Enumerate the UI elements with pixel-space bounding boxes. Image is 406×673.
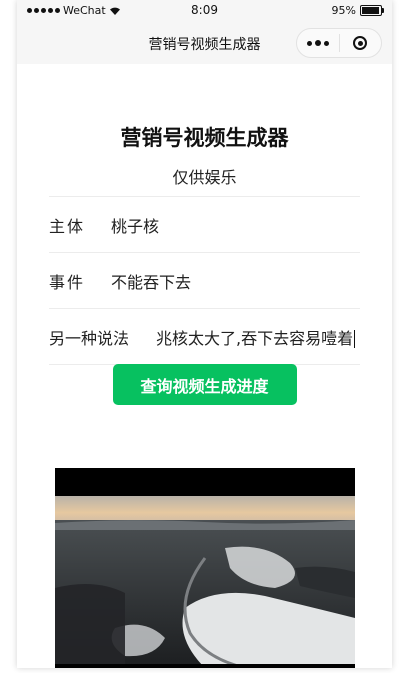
button-wrap: 查询视频生成进度 bbox=[49, 364, 360, 405]
phone-frame: WeChat 8:09 95% 营销号视频生成器 营销号视频生成器 仅供娱乐 主… bbox=[17, 0, 392, 668]
alt-label: 另一种说法 bbox=[49, 328, 130, 348]
battery-info: 95% bbox=[331, 4, 384, 17]
page-title: 营销号视频生成器 bbox=[120, 126, 289, 150]
status-bar: WeChat 8:09 95% bbox=[17, 0, 392, 22]
subject-label: 主体 bbox=[49, 216, 86, 236]
video-frame-image bbox=[55, 468, 355, 668]
alt-row: 另一种说法 兆核太大了,吞下去容易噎着 bbox=[49, 308, 360, 364]
text-cursor bbox=[354, 330, 356, 348]
subject-input[interactable]: 桃子核 bbox=[111, 213, 360, 237]
event-input[interactable]: 不能吞下去 bbox=[111, 269, 360, 293]
alt-input[interactable]: 兆核太大了,吞下去容易噎着 bbox=[156, 325, 360, 349]
event-row: 事件 不能吞下去 bbox=[49, 252, 360, 308]
check-progress-button[interactable]: 查询视频生成进度 bbox=[112, 364, 297, 405]
battery-level bbox=[362, 7, 380, 14]
video-player[interactable] bbox=[55, 468, 355, 668]
target-close-icon[interactable] bbox=[340, 36, 382, 50]
nav-bar: 营销号视频生成器 bbox=[17, 22, 392, 64]
alt-input-text: 兆核太大了,吞下去容易噎着 bbox=[156, 328, 354, 348]
page-subtitle: 仅供娱乐 bbox=[172, 168, 237, 187]
subject-row: 主体 桃子核 bbox=[49, 196, 360, 252]
mini-program-capsule bbox=[296, 28, 382, 58]
page-content: 营销号视频生成器 仅供娱乐 主体 桃子核 事件 不能吞下去 另一种说法 兆核太大… bbox=[17, 122, 392, 405]
event-label: 事件 bbox=[49, 272, 86, 292]
battery-icon bbox=[360, 5, 384, 16]
battery-percent: 95% bbox=[331, 4, 356, 17]
more-dots-icon[interactable] bbox=[297, 40, 339, 46]
